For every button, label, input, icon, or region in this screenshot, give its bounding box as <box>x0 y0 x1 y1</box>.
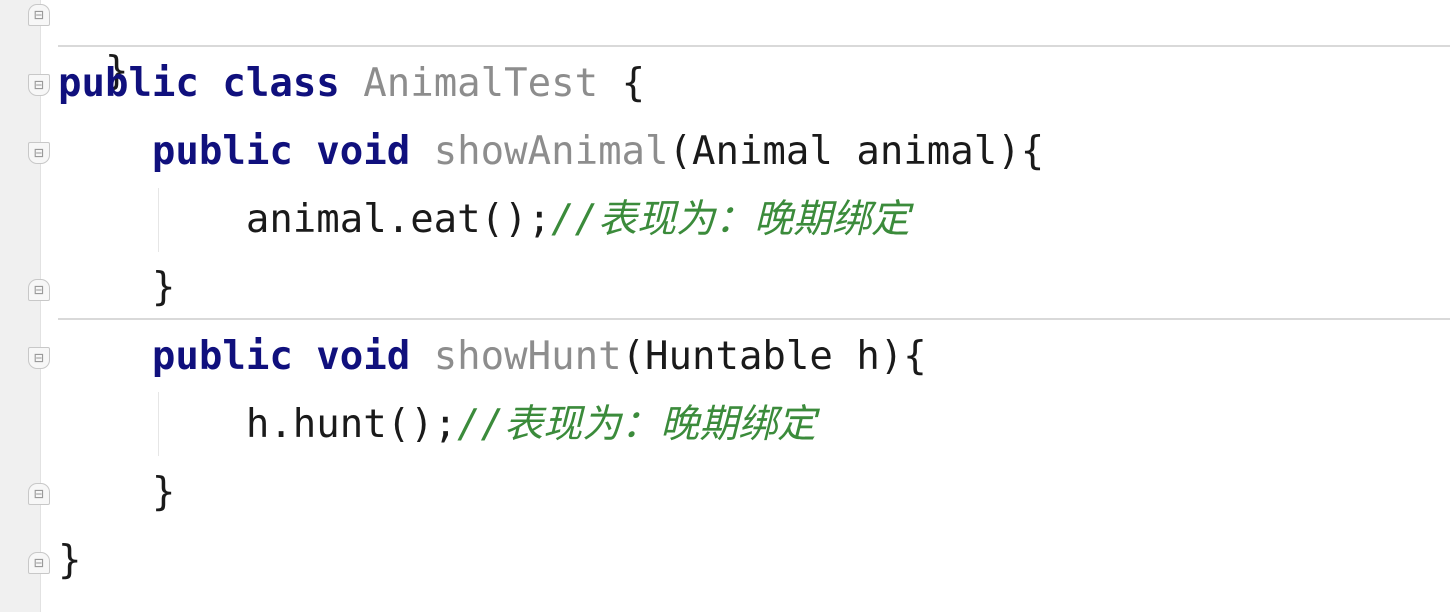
code-line[interactable]: h.hunt();//表现为：晚期绑定 <box>58 399 816 451</box>
fold-marker-icon[interactable]: ⊟ <box>28 142 50 164</box>
fold-marker-icon[interactable]: ⊟ <box>28 4 50 26</box>
code-line[interactable]: } <box>58 262 175 314</box>
keyword-void: void <box>316 334 411 379</box>
fold-marker-icon[interactable]: ⊟ <box>28 347 50 369</box>
comment: //表现为：晚期绑定 <box>457 402 817 447</box>
method-separator <box>58 318 1450 320</box>
closing-brace: } <box>58 538 82 583</box>
opening-brace: { <box>621 61 646 106</box>
keyword-public: public <box>151 334 293 379</box>
fold-marker-icon[interactable]: ⊟ <box>28 552 50 574</box>
code-line[interactable]: animal.eat();//表现为：晚期绑定 <box>58 194 910 246</box>
method-params: (Huntable h){ <box>621 334 927 379</box>
code-line[interactable]: public void showHunt(Huntable h){ <box>58 331 927 383</box>
code-line[interactable]: public class AnimalTest { <box>58 58 645 110</box>
closing-brace: } <box>151 470 176 515</box>
statement: h.hunt(); <box>245 402 458 447</box>
fold-marker-icon[interactable]: ⊟ <box>28 279 50 301</box>
code-line[interactable]: } <box>58 467 175 519</box>
method-params: (Animal animal){ <box>668 129 1045 174</box>
fold-marker-icon[interactable]: ⊟ <box>28 483 50 505</box>
statement: animal.eat(); <box>245 197 552 242</box>
comment: //表现为：晚期绑定 <box>551 197 911 242</box>
code-line[interactable]: public void showAnimal(Animal animal){ <box>58 126 1044 178</box>
keyword-public: public <box>58 61 199 106</box>
method-separator <box>58 45 1450 47</box>
closing-brace: } <box>151 265 176 310</box>
method-name: showAnimal <box>433 129 669 174</box>
fold-marker-icon[interactable]: ⊟ <box>28 74 50 96</box>
code-line[interactable]: } <box>58 535 81 587</box>
code-line[interactable]: } <box>58 0 128 94</box>
class-name: AnimalTest <box>363 61 599 106</box>
method-name: showHunt <box>433 334 622 379</box>
keyword-class: class <box>222 61 340 106</box>
keyword-public: public <box>151 129 293 174</box>
keyword-void: void <box>316 129 411 174</box>
